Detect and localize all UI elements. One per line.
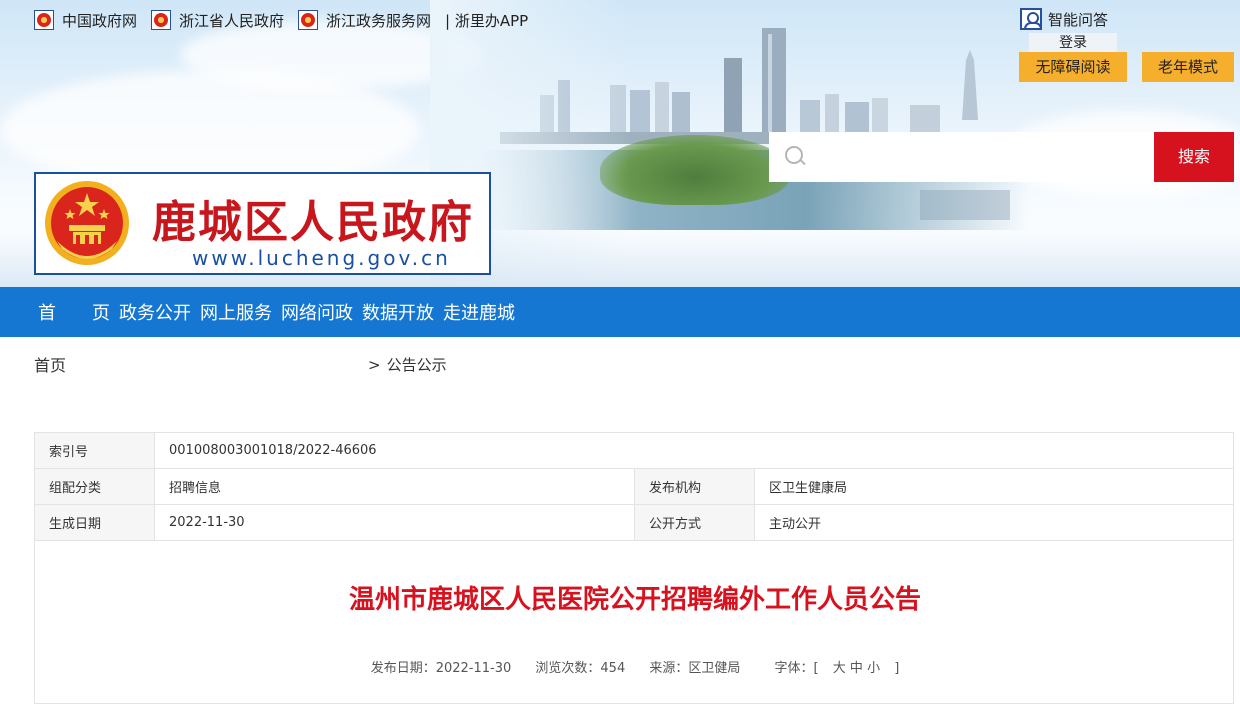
document-info-table: 索引号 001008003001018/2022-46606 组配分类 招聘信息…: [34, 432, 1234, 541]
table-row: 组配分类 招聘信息 发布机构 区卫生健康局: [34, 468, 1234, 505]
accessible-reading-button[interactable]: 无障碍阅读: [1019, 52, 1127, 82]
nav-item-gov-affairs[interactable]: 政务公开: [119, 299, 191, 325]
font-size-control: 字体：[ 大 中 小 ]: [774, 661, 900, 676]
national-emblem-icon: [298, 10, 319, 30]
index-value: 001008003001018/2022-46606: [154, 432, 1234, 469]
main-nav: 首 页 政务公开 网上服务 网络问政 数据开放 走进鹿城: [0, 287, 1240, 337]
link-zhejiang-gov[interactable]: 浙江省人民政府: [151, 10, 284, 31]
article-meta: 发布日期：2022-11-30 浏览次数：454 来源：区卫健局 字体：[ 大 …: [35, 657, 1235, 676]
site-url: www.lucheng.gov.cn: [192, 246, 451, 270]
font-small-button[interactable]: 小: [867, 661, 880, 676]
nav-item-online-inquiry[interactable]: 网络问政: [281, 299, 353, 325]
breadcrumb-home[interactable]: 首页: [34, 352, 66, 376]
date-label: 生成日期: [34, 504, 155, 541]
table-row: 生成日期 2022-11-30 公开方式 主动公开: [34, 504, 1234, 541]
search-box: [769, 132, 1154, 182]
link-china-gov[interactable]: 中国政府网: [34, 10, 137, 31]
login-link[interactable]: 登录: [1029, 33, 1117, 53]
category-value: 招聘信息: [154, 468, 635, 505]
search-icon: [785, 146, 807, 168]
view-count: 浏览次数：454: [535, 661, 626, 676]
nav-item-home-part2[interactable]: 页: [92, 299, 110, 325]
publish-date: 发布日期：2022-11-30: [370, 661, 512, 676]
table-row: 索引号 001008003001018/2022-46606: [34, 432, 1234, 469]
top-links: 中国政府网 浙江省人民政府 浙江政务服务网 | 浙里办APP: [34, 9, 528, 31]
national-emblem-icon: [34, 10, 54, 30]
nav-item-about-lucheng[interactable]: 走进鹿城: [443, 299, 515, 325]
national-emblem-icon: [151, 10, 172, 30]
category-label: 组配分类: [34, 468, 155, 505]
elder-mode-button[interactable]: 老年模式: [1142, 52, 1234, 82]
date-value: 2022-11-30: [154, 504, 635, 541]
nav-item-home-part1[interactable]: 首: [38, 299, 56, 325]
search-button[interactable]: 搜索: [1154, 132, 1234, 182]
user-icon: [1020, 8, 1042, 30]
org-value: 区卫生健康局: [754, 468, 1234, 505]
open-mode-value: 主动公开: [754, 504, 1234, 541]
search-input[interactable]: [815, 137, 1135, 177]
national-emblem-icon: [45, 180, 129, 265]
nav-item-online-service[interactable]: 网上服务: [200, 299, 272, 325]
nav-item-open-data[interactable]: 数据开放: [362, 299, 434, 325]
open-mode-label: 公开方式: [634, 504, 755, 541]
index-label: 索引号: [34, 432, 155, 469]
article-source: 来源：区卫健局: [649, 661, 741, 676]
link-zhejiang-service[interactable]: 浙江政务服务网: [298, 10, 431, 31]
site-logo[interactable]: 鹿城区人民政府 www.lucheng.gov.cn: [34, 172, 491, 275]
link-zheliban-app[interactable]: | 浙里办APP: [445, 10, 528, 31]
font-medium-button[interactable]: 中: [850, 661, 863, 676]
article-title: 温州市鹿城区人民医院公开招聘编外工作人员公告: [348, 585, 921, 615]
site-title: 鹿城区人民政府: [152, 197, 474, 248]
breadcrumb-current[interactable]: 公告公示: [387, 356, 447, 374]
breadcrumb-separator: >: [368, 356, 381, 374]
breadcrumb: > 公告公示: [368, 354, 447, 375]
article-panel: 温州市鹿城区人民医院公开招聘编外工作人员公告 发布日期：2022-11-30 浏…: [34, 541, 1234, 704]
org-label: 发布机构: [634, 468, 755, 505]
font-large-button[interactable]: 大: [833, 661, 846, 676]
smart-qa-link[interactable]: 智能问答: [1020, 8, 1108, 30]
